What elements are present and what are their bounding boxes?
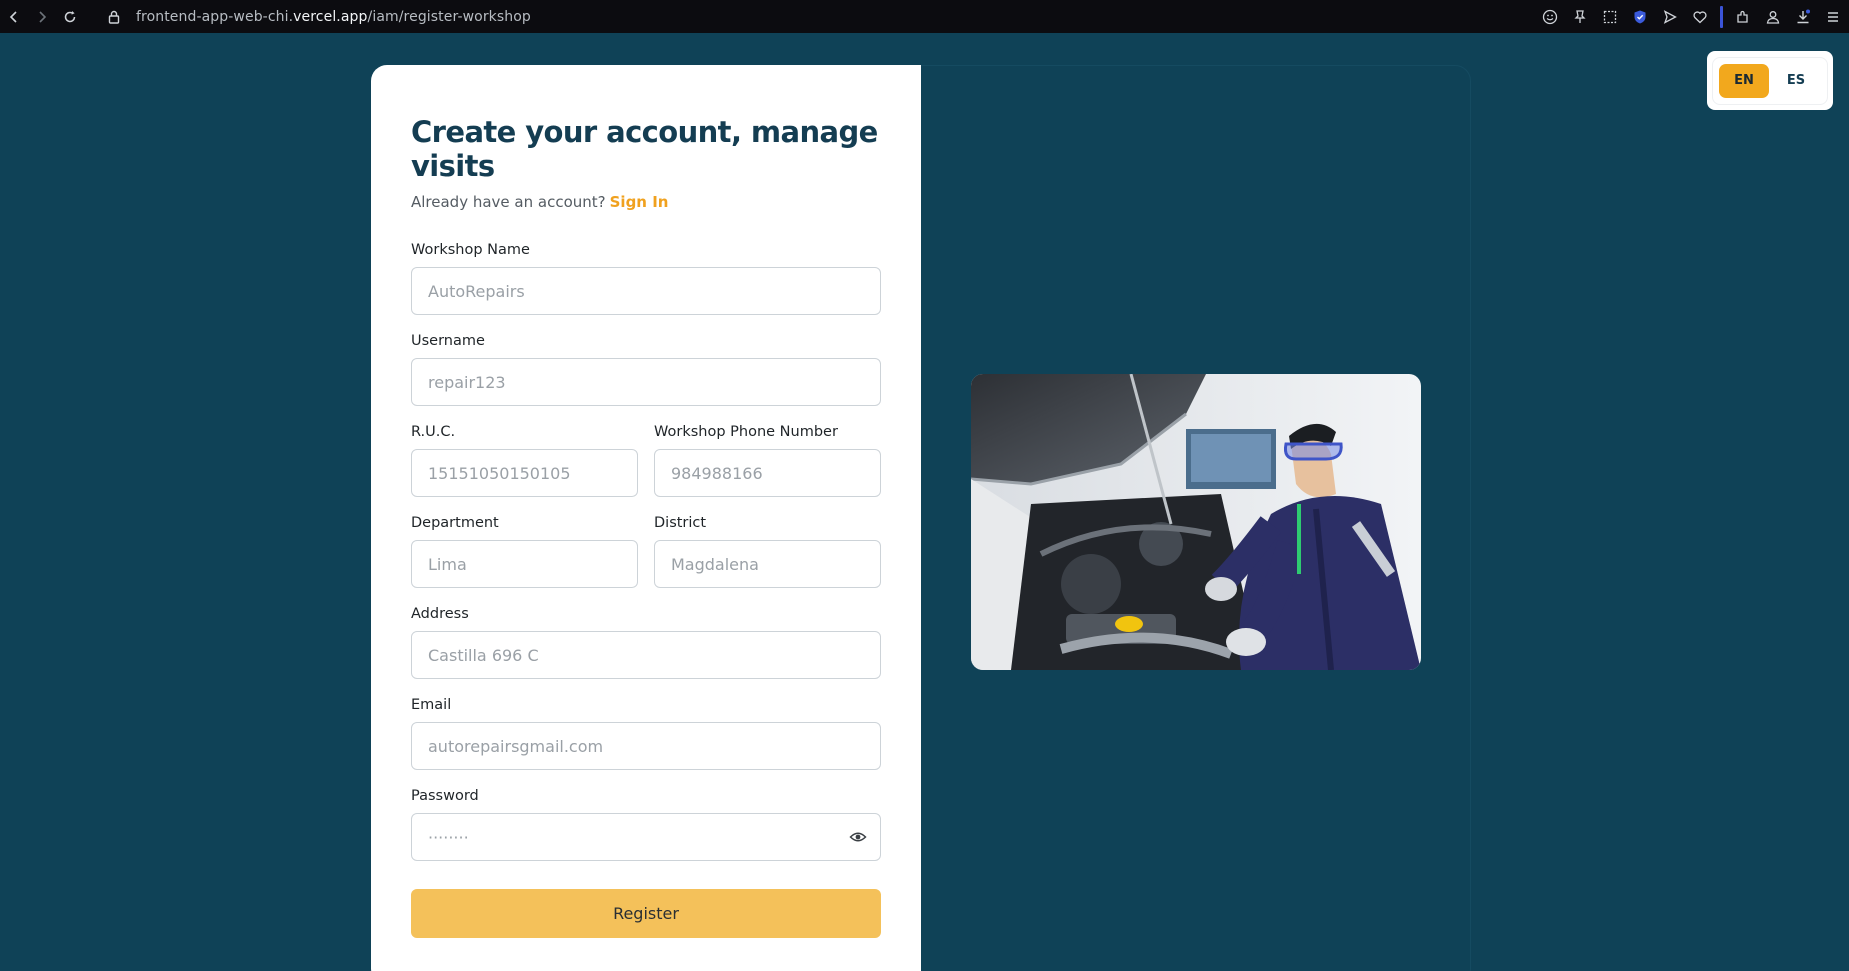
workshop-name-group: Workshop Name [411,242,881,315]
username-label: Username [411,333,485,349]
language-en-button[interactable]: EN [1719,63,1769,98]
lock-icon [108,10,120,24]
toolbar-divider [1720,5,1723,28]
browser-toolbar: frontend-app-web-chi.vercel.app/iam/regi… [0,0,1849,33]
ruc-label: R.U.C. [411,424,456,440]
password-group: Password [411,788,881,861]
signin-prompt: Already have an account? Sign In [411,193,881,211]
reload-icon [64,10,76,22]
username-group: Username [411,333,881,406]
signin-prompt-text: Already have an account? [411,193,606,211]
email-input[interactable] [411,722,881,770]
eye-icon[interactable] [849,828,867,846]
language-es-button[interactable]: ES [1771,63,1821,98]
district-input[interactable] [654,540,881,588]
emoji-extension-icon[interactable] [1540,7,1560,27]
chevron-left-icon [9,10,17,23]
address-label: Address [411,606,469,622]
url-text: frontend-app-web-chi.vercel.app/iam/regi… [136,8,531,25]
username-input[interactable] [411,358,881,406]
ruc-input[interactable] [411,449,638,497]
district-group: District [654,515,881,588]
back-button[interactable] [0,3,28,31]
department-label: Department [411,515,499,531]
mechanic-photo [971,374,1421,670]
department-district-row: Department District [411,515,881,588]
department-group: Department [411,515,638,588]
password-wrapper [411,813,881,861]
phone-input[interactable] [654,449,881,497]
phone-group: Workshop Phone Number [654,424,881,497]
downloads-icon[interactable] [1793,7,1813,27]
reload-button[interactable] [56,3,84,31]
extensions-puzzle-icon[interactable] [1733,7,1753,27]
page-title: Create your account, manage visits [411,115,878,183]
email-label: Email [411,697,452,713]
send-extension-icon[interactable] [1660,7,1680,27]
address-group: Address [411,606,881,679]
workshop-name-input[interactable] [411,267,881,315]
district-label: District [654,515,707,531]
password-input[interactable] [411,813,881,861]
ruc-group: R.U.C. [411,424,638,497]
forward-button[interactable] [28,3,56,31]
shield-extension-icon[interactable] [1630,7,1650,27]
language-switcher: EN ES [1707,51,1833,110]
ruc-phone-row: R.U.C. Workshop Phone Number [411,424,881,497]
password-label: Password [411,788,479,804]
register-button[interactable]: Register [411,889,881,938]
heart-icon[interactable] [1690,7,1710,27]
chevron-right-icon [39,10,47,23]
pin-extension-icon[interactable] [1570,7,1590,27]
screenshot-extension-icon[interactable] [1600,7,1620,27]
signin-link[interactable]: Sign In [610,193,669,211]
department-input[interactable] [411,540,638,588]
email-group: Email [411,697,881,770]
address-input[interactable] [411,631,881,679]
address-bar[interactable]: frontend-app-web-chi.vercel.app/iam/regi… [106,9,531,25]
profile-icon[interactable] [1763,7,1783,27]
menu-icon[interactable] [1823,7,1843,27]
register-form-panel: Create your account, manage visits Alrea… [371,65,921,971]
phone-label: Workshop Phone Number [654,424,838,440]
language-toggle-group: EN ES [1712,56,1828,105]
workshop-name-label: Workshop Name [411,242,530,258]
